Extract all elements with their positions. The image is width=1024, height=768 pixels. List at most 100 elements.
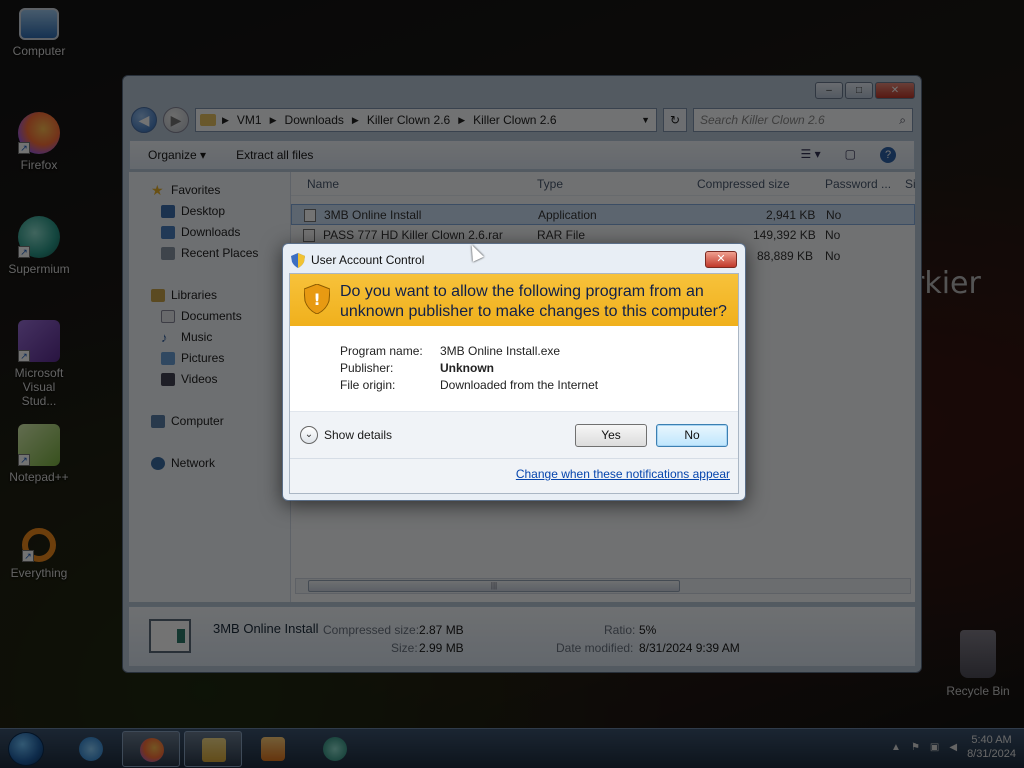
organize-menu[interactable]: Organize ▾ [148,148,206,162]
file-name: 3MB Online Install [324,208,422,222]
program-info-values: 3MB Online Install.exe Unknown Downloade… [440,344,598,395]
desktop-icon-label: Firefox [20,158,58,172]
program-name-value: 3MB Online Install.exe [440,344,561,358]
media-player-icon [261,737,285,761]
desktop-icon-firefox[interactable]: ↗ Firefox [4,112,74,172]
desktop-icon-label: Supermium [8,262,70,276]
file-type: RAR File [537,228,586,242]
back-button[interactable]: ◀ [131,107,157,133]
show-details-label: Show details [324,428,393,442]
desktop-icon-recycle-bin[interactable]: Recycle Bin [940,630,1016,698]
desktop-icon-computer[interactable]: Computer [4,8,74,58]
details-ratio-label: Ratio: [604,623,636,637]
breadcrumb-item[interactable]: Killer Clown 2.6 [367,113,450,127]
desktop-icon-everything[interactable]: ↗ Everything [4,528,74,580]
taskbar-internet-explorer[interactable] [62,731,120,767]
nav-item-videos[interactable]: Videos [129,369,290,390]
yes-button[interactable]: Yes [575,424,647,447]
warning-banner: ! Do you want to allow the following pro… [290,274,738,326]
documents-icon [161,310,175,323]
no-button[interactable]: No [656,424,728,447]
close-button[interactable]: ✕ [705,251,737,268]
program-info-labels: Program name: Publisher: File origin: [340,344,423,395]
search-input[interactable]: Search Killer Clown 2.6 ⌕ [693,108,913,132]
close-button[interactable]: ✕ [875,82,915,99]
uac-shield-icon [291,252,305,268]
desktop-icon-visual-studio[interactable]: ↗ Microsoft Visual Stud... [4,320,74,408]
application-file-icon [149,619,191,653]
column-header-password[interactable]: Password ... [825,177,891,191]
nav-item-desktop[interactable]: Desktop [129,201,290,222]
column-header-size[interactable]: Si [905,177,916,191]
scrollbar-thumb[interactable]: ||| [308,580,680,592]
everything-icon: ↗ [22,528,56,562]
column-header-type[interactable]: Type [537,177,563,191]
preview-pane-icon[interactable]: ▢ [845,147,856,163]
nav-libraries[interactable]: Libraries [129,285,290,306]
file-type: Application [538,208,597,222]
dialog-titlebar: User Account Control [291,252,424,268]
taskbar-media-player[interactable] [244,731,302,767]
publisher-label: Publisher: [340,361,394,375]
file-password: No [826,208,842,222]
chevron-down-icon: ⌄ [300,426,318,444]
taskbar-firefox[interactable] [122,731,180,767]
change-notifications-link[interactable]: Change when these notifications appear [516,467,730,481]
search-placeholder: Search Killer Clown 2.6 [700,113,825,127]
star-icon: ★ [151,182,164,198]
file-origin-label: File origin: [340,378,396,392]
visual-studio-icon: ↗ [18,320,60,362]
clock[interactable]: 5:40 AM 8/31/2024 [967,733,1016,761]
refresh-button[interactable]: ↻ [663,108,687,132]
column-header-name[interactable]: Name [307,177,339,191]
nav-item-pictures[interactable]: Pictures [129,348,290,369]
view-options-icon[interactable]: ☰ ▾ [801,147,821,163]
chevron-down-icon[interactable]: ▼ [641,115,650,125]
minimize-button[interactable]: – [815,82,843,99]
firefox-icon: ↗ [18,112,60,154]
maximize-button[interactable]: □ [845,82,873,99]
search-icon[interactable]: ⌕ [899,113,906,128]
nav-favorites[interactable]: ★ Favorites [129,180,290,201]
breadcrumb-item[interactable]: VM1 [237,113,262,127]
folder-icon [200,114,216,126]
libraries-icon [151,289,165,302]
desktop-icon-supermium[interactable]: ↗ Supermium [4,216,74,276]
recycle-bin-icon [960,630,996,678]
nav-item-downloads[interactable]: Downloads [129,222,290,243]
nav-item-documents[interactable]: Documents [129,306,290,327]
network-tray-icon[interactable]: ⚑ [911,742,920,753]
desktop-icon [161,205,175,218]
shortcut-arrow-icon: ↗ [18,454,30,466]
forward-button[interactable]: ▶ [163,107,189,133]
taskbar-explorer[interactable] [184,731,242,767]
nav-computer[interactable]: Computer [129,411,290,432]
nav-item-music[interactable]: ♪ Music [129,327,290,348]
address-bar[interactable]: ▶ VM1 ▶ Downloads ▶ Killer Clown 2.6 ▶ K… [195,108,657,132]
column-header-compressed-size[interactable]: Compressed size [697,177,790,191]
desktop-icon-notepadpp[interactable]: ↗ Notepad++ [4,424,74,484]
details-pane: 3MB Online Install Compressed size: 2.87… [129,606,915,666]
taskbar-supermium[interactable] [306,731,364,767]
computer-icon [19,8,59,40]
nav-network[interactable]: Network [129,453,290,474]
dialog-title: User Account Control [311,253,425,267]
file-password: No [825,228,841,242]
show-hidden-icons-icon[interactable]: ▲ [891,742,901,753]
command-bar: Organize ▾ Extract all files ☰ ▾ ▢ ? [129,140,915,170]
internet-explorer-icon [79,737,103,761]
volume-icon[interactable]: ◀ [949,742,957,753]
nav-item-recent-places[interactable]: Recent Places [129,243,290,264]
breadcrumb-item[interactable]: Killer Clown 2.6 [473,113,556,127]
help-icon[interactable]: ? [880,147,896,163]
svg-text:!: ! [313,290,320,309]
extract-all-button[interactable]: Extract all files [236,148,313,162]
show-details-toggle[interactable]: ⌄ Show details [300,426,392,444]
display-tray-icon[interactable]: ▣ [930,742,939,753]
horizontal-scrollbar[interactable]: ||| [295,578,911,594]
navigation-pane: ★ Favorites Desktop Downloads Recent Plac… [129,172,291,602]
music-icon: ♪ [161,330,168,345]
breadcrumb-item[interactable]: Downloads [285,113,344,127]
start-button[interactable] [8,732,44,766]
table-row[interactable]: 3MB Online Install Application 2,941 KB … [291,204,915,225]
